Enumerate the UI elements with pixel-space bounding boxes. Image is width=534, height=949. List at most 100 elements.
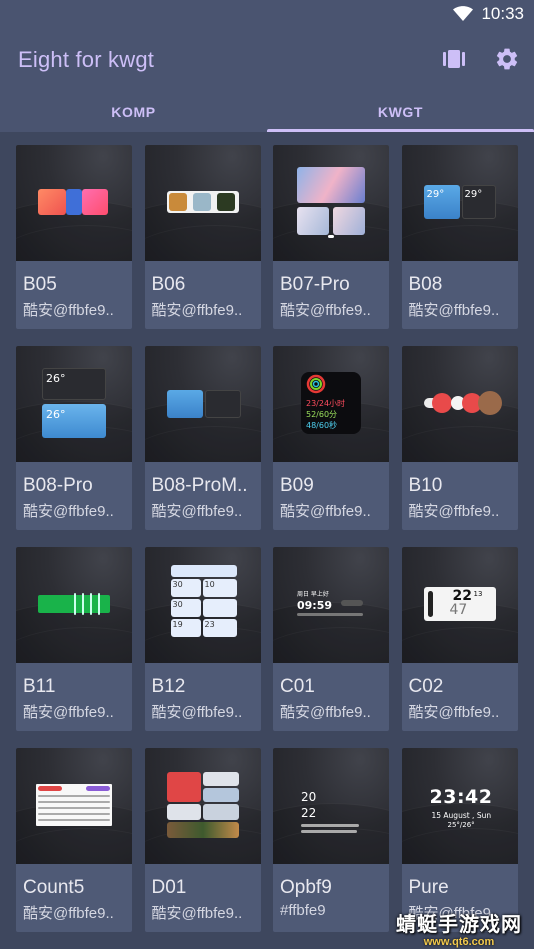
widget-preview xyxy=(16,145,132,261)
app-bar: Eight for kwgt KOMP KWGT xyxy=(0,28,534,132)
b08pro-temp-1: 26° xyxy=(46,372,66,385)
widget-card[interactable]: Count5 酷安@ffbfe9.. xyxy=(16,748,132,932)
watermark-url: www.qt6.com xyxy=(423,936,495,948)
b09-line-2: 52/60分 xyxy=(306,410,338,419)
widget-preview: 26° 26° xyxy=(16,346,132,462)
watermark: 蜻蜓手游戏网 www.qt6.com xyxy=(396,908,522,948)
widget-name: B08-ProM.. xyxy=(151,475,248,496)
widget-preview: 29° 29° xyxy=(401,145,518,261)
pure-time: 23:42 xyxy=(429,786,493,808)
tab-kwgt[interactable]: KWGT xyxy=(267,92,534,132)
widget-author: 酷安@ffbfe9.. xyxy=(280,704,371,721)
widget-card[interactable]: 10 30 19 23 30 B12 酷安@ffbfe9.. xyxy=(144,547,261,731)
widget-author: 酷安@ffbfe9.. xyxy=(280,503,371,520)
b12-num-3: 19 xyxy=(172,620,183,629)
widget-preview xyxy=(16,748,132,864)
widget-name: Pure xyxy=(408,877,449,898)
widget-preview xyxy=(144,346,261,462)
b12-num-1: 10 xyxy=(204,580,215,589)
opbf9-min: 22 xyxy=(301,806,317,820)
widget-author: 酷安@ffbfe9.. xyxy=(23,302,114,319)
tab-komp-label: KOMP xyxy=(111,104,156,120)
widget-card[interactable]: D01 酷安@ffbfe9.. xyxy=(144,748,261,932)
b08-temp-1: 29° xyxy=(426,189,445,200)
widget-grid: B05 酷安@ffbfe9.. B06 酷安@ffbfe9.. B07-Pro … xyxy=(16,145,518,932)
widget-name: B12 xyxy=(151,676,186,697)
widget-card[interactable]: B06 酷安@ffbfe9.. xyxy=(144,145,261,329)
widget-name: B11 xyxy=(23,676,56,697)
widget-name: B05 xyxy=(23,274,57,295)
widget-author: 酷安@ffbfe9.. xyxy=(23,905,114,922)
tab-kwgt-label: KWGT xyxy=(377,104,424,120)
status-time: 10:33 xyxy=(481,4,524,23)
settings-icon[interactable] xyxy=(494,46,520,72)
widget-card[interactable]: 23:42 15 August , Sun 25°/26° Pure 酷安@ff… xyxy=(401,748,518,932)
b12-num-4: 23 xyxy=(204,620,215,629)
widget-card[interactable]: B10 酷安@ffbfe9.. xyxy=(401,346,518,530)
widget-preview xyxy=(144,748,261,864)
widget-card[interactable]: 22 13 47 C02 酷安@ffbfe9.. xyxy=(401,547,518,731)
widget-name: B09 xyxy=(280,475,314,496)
widget-author: #ffbfe9 xyxy=(280,902,326,919)
widget-name: C02 xyxy=(408,676,444,697)
widget-preview: 20 22 xyxy=(273,748,389,864)
widget-name: D01 xyxy=(151,877,187,898)
pure-temp: 25°/26° xyxy=(447,821,475,829)
widget-name: Count5 xyxy=(23,877,85,898)
c02-big: 47 xyxy=(449,602,468,618)
widget-preview: 23:42 15 August , Sun 25°/26° xyxy=(401,748,518,864)
widget-card[interactable]: B05 酷安@ffbfe9.. xyxy=(16,145,132,329)
b12-num-5: 30 xyxy=(172,580,183,589)
watermark-title: 蜻蜓手游戏网 xyxy=(396,912,522,936)
carousel-view-icon[interactable] xyxy=(441,46,467,72)
b09-line-1: 23/24小时 xyxy=(306,399,346,408)
tab-indicator xyxy=(267,129,534,132)
widget-card[interactable]: 29° 29° B08 酷安@ffbfe9.. xyxy=(401,145,518,329)
widget-card[interactable]: 20 22 Opbf9 #ffbfe9 xyxy=(273,748,389,932)
widget-name: Opbf9 xyxy=(280,877,332,898)
b12-num-2: 30 xyxy=(172,600,183,609)
widget-card[interactable]: B07-Pro 酷安@ffbfe9.. xyxy=(273,145,389,329)
widget-name: C01 xyxy=(280,676,315,697)
c01-date: 周日 早上好 xyxy=(297,591,329,598)
widget-card[interactable]: 23/24小时 52/60分 48/60秒 B09 酷安@ffbfe9.. xyxy=(273,346,389,530)
widget-name: B06 xyxy=(151,274,186,295)
widget-card[interactable]: 26° 26° B08-Pro 酷安@ffbfe9.. xyxy=(16,346,132,530)
pure-date: 15 August , Sun xyxy=(431,811,492,820)
widget-name: B07-Pro xyxy=(280,274,350,295)
widget-card[interactable]: 周日 早上好 09:59 C01 酷安@ffbfe9.. xyxy=(273,547,389,731)
widget-preview xyxy=(273,145,389,261)
widget-author: 酷安@ffbfe9.. xyxy=(408,503,500,520)
status-bar: 10:33 xyxy=(0,0,534,28)
widget-author: 酷安@ffbfe9.. xyxy=(151,704,243,721)
widget-author: 酷安@ffbfe9.. xyxy=(151,503,243,520)
b09-line-3: 48/60秒 xyxy=(306,421,338,430)
widget-author: 酷安@ffbfe9.. xyxy=(280,302,371,319)
widget-author: 酷安@ffbfe9.. xyxy=(23,704,114,721)
widget-preview: 10 30 19 23 30 xyxy=(144,547,261,663)
widget-preview xyxy=(16,547,132,663)
b08pro-temp-2: 26° xyxy=(46,408,66,421)
widget-name: B08-Pro xyxy=(23,475,93,496)
widget-name: B08 xyxy=(408,274,443,295)
c01-time: 09:59 xyxy=(297,599,333,612)
widget-author: 酷安@ffbfe9.. xyxy=(408,302,500,319)
wifi-icon xyxy=(453,6,474,21)
widget-preview: 周日 早上好 09:59 xyxy=(273,547,389,663)
b08-temp-2: 29° xyxy=(464,189,483,200)
tab-komp[interactable]: KOMP xyxy=(0,92,267,132)
app-title: Eight for kwgt xyxy=(18,47,155,72)
widget-author: 酷安@ffbfe9.. xyxy=(23,503,114,520)
widget-preview: 22 13 47 xyxy=(401,547,518,663)
widget-author: 酷安@ffbfe9.. xyxy=(408,704,500,721)
widget-preview xyxy=(144,145,261,261)
widget-author: 酷安@ffbfe9.. xyxy=(151,302,243,319)
widget-preview xyxy=(401,346,518,462)
widget-card[interactable]: B08-ProM.. 酷安@ffbfe9.. xyxy=(144,346,261,530)
widget-author: 酷安@ffbfe9.. xyxy=(151,905,243,922)
widget-preview: 23/24小时 52/60分 48/60秒 xyxy=(273,346,389,462)
c02-num-2: 13 xyxy=(473,590,483,598)
tab-bar: KOMP KWGT xyxy=(0,92,534,132)
widget-card[interactable]: B11 酷安@ffbfe9.. xyxy=(16,547,132,731)
widget-name: B10 xyxy=(408,475,443,496)
